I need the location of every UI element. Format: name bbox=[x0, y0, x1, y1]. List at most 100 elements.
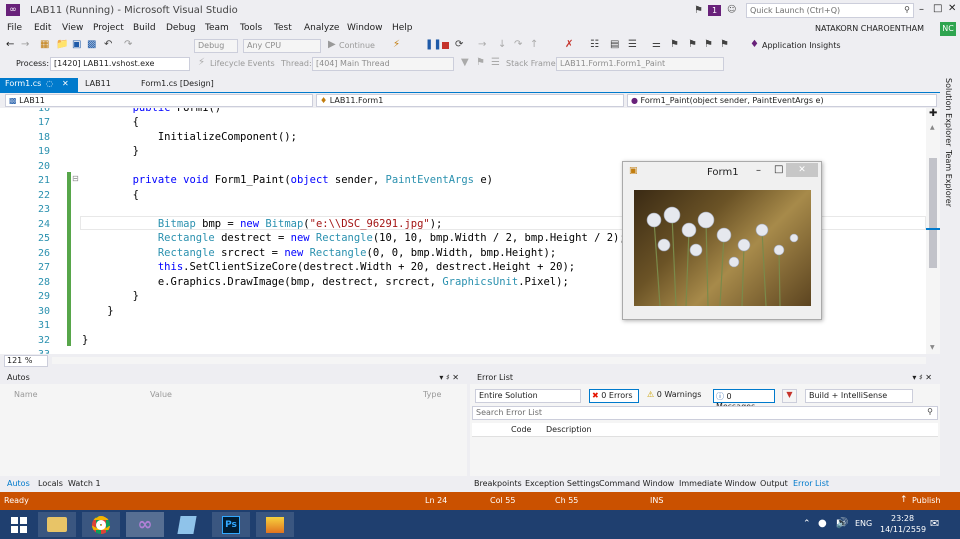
break-all-icon[interactable]: ❚❚ bbox=[425, 39, 442, 51]
forward-icon[interactable]: → bbox=[21, 39, 29, 51]
scope-select[interactable]: Entire Solution bbox=[475, 389, 581, 403]
stop-icon[interactable] bbox=[442, 42, 449, 49]
menu-test[interactable]: Test bbox=[274, 23, 292, 33]
menu-build[interactable]: Build bbox=[133, 23, 156, 33]
tab-autos[interactable]: Autos bbox=[7, 479, 30, 488]
new-project-icon[interactable]: ▦ bbox=[40, 39, 49, 51]
build-source-select[interactable]: Build + IntelliSense bbox=[805, 389, 913, 403]
close-button[interactable]: ✕ bbox=[948, 3, 956, 14]
user-avatar[interactable]: NC bbox=[940, 22, 956, 36]
restart-icon[interactable]: ⟳ bbox=[455, 39, 463, 51]
form-app-icon[interactable] bbox=[256, 512, 294, 537]
member-nav-select[interactable]: ● Form1_Paint(object sender, PaintEventA… bbox=[627, 94, 937, 107]
notification-count[interactable]: 1 bbox=[708, 5, 721, 16]
back-icon[interactable]: ← bbox=[6, 39, 14, 51]
quick-launch-input[interactable]: Quick Launch (Ctrl+Q) ⚲ bbox=[746, 3, 914, 18]
threads-icon[interactable]: ☰ bbox=[491, 57, 500, 69]
thread-select[interactable]: [404] Main Thread bbox=[312, 57, 454, 71]
comment-icon[interactable]: ⚌ bbox=[652, 39, 661, 51]
solution-explorer-tab[interactable]: Solution Explorer bbox=[944, 78, 953, 146]
form1-maximize-button[interactable]: □ bbox=[774, 164, 783, 175]
form1-close-button[interactable]: ✕ bbox=[786, 163, 818, 177]
visual-studio-icon[interactable]: ∞ bbox=[126, 512, 164, 537]
save-icon[interactable]: ▣ bbox=[72, 39, 81, 51]
scroll-up-icon[interactable]: ▲ bbox=[930, 124, 935, 131]
autos-col-value[interactable]: Value bbox=[150, 390, 172, 399]
bookmark-icon[interactable]: ⚑ bbox=[670, 39, 679, 51]
split-icon[interactable]: ✚ bbox=[929, 108, 937, 119]
exceptions-icon[interactable]: ✗ bbox=[565, 39, 573, 51]
form1-titlebar[interactable]: ▣ Form1 – □ ✕ bbox=[623, 162, 821, 182]
menu-file[interactable]: File bbox=[7, 23, 22, 33]
filter-icon[interactable]: ▼ bbox=[461, 57, 469, 69]
menu-project[interactable]: Project bbox=[93, 23, 124, 33]
step-over-icon[interactable]: ↷ bbox=[514, 39, 522, 51]
photoshop-icon[interactable]: Ps bbox=[212, 512, 250, 537]
tab-form1-design[interactable]: Form1.cs [Design] bbox=[136, 78, 219, 92]
step-into-icon[interactable]: ↓ bbox=[498, 39, 506, 51]
app-insights-label[interactable]: Application Insights bbox=[762, 41, 841, 50]
warnings-filter-button[interactable]: ⚠ 0 Warnings bbox=[645, 389, 709, 403]
undo-icon[interactable]: ↶ bbox=[104, 39, 112, 51]
errors-filter-button[interactable]: ✖ 0 Errors bbox=[589, 389, 639, 403]
file-explorer-icon[interactable] bbox=[38, 512, 76, 537]
minimize-button[interactable]: – bbox=[919, 4, 924, 15]
autos-col-name[interactable]: Name bbox=[14, 390, 38, 399]
form1-window[interactable]: ▣ Form1 – □ ✕ bbox=[622, 161, 822, 320]
tab-locals[interactable]: Locals bbox=[38, 479, 63, 488]
tray-chevron-icon[interactable]: ⌃ bbox=[803, 519, 811, 529]
code-map-icon[interactable]: ☷ bbox=[590, 39, 599, 51]
editor-scrollbar[interactable]: ✚ ▲ ▼ bbox=[926, 108, 940, 354]
menu-team[interactable]: Team bbox=[205, 23, 229, 33]
bookmark-clear-icon[interactable]: ⚑ bbox=[720, 39, 729, 51]
col-description[interactable]: Description bbox=[546, 425, 592, 434]
continue-icon[interactable]: ▶ bbox=[328, 39, 336, 51]
scroll-down-icon[interactable]: ▼ bbox=[930, 344, 935, 351]
bookmark-next-icon[interactable]: ⚑ bbox=[704, 39, 713, 51]
horizontal-scrollbar[interactable] bbox=[52, 357, 926, 364]
insights-icon[interactable]: ♦ bbox=[750, 39, 759, 51]
tab-watch1[interactable]: Watch 1 bbox=[68, 479, 101, 488]
tab-lab11[interactable]: LAB11 bbox=[80, 78, 116, 92]
bookmark-prev-icon[interactable]: ⚑ bbox=[688, 39, 697, 51]
collapse-icon[interactable]: ⊟ bbox=[72, 174, 79, 183]
tab-output[interactable]: Output bbox=[760, 479, 788, 488]
tab-breakpoints[interactable]: Breakpoints bbox=[474, 479, 522, 488]
menu-view[interactable]: View bbox=[62, 23, 83, 33]
tray-app-icon[interactable]: ● bbox=[818, 518, 827, 529]
layout-icon[interactable]: ▤ bbox=[610, 39, 619, 51]
stackframe-select[interactable]: LAB11.Form1.Form1_Paint bbox=[556, 57, 724, 71]
menu-window[interactable]: Window bbox=[347, 23, 383, 33]
continue-label[interactable]: Continue bbox=[339, 41, 375, 50]
action-center-icon[interactable]: ✉ bbox=[930, 517, 939, 530]
menu-help[interactable]: Help bbox=[392, 23, 413, 33]
user-name[interactable]: NATAKORN CHAROENTHAM bbox=[815, 24, 924, 33]
panel-menu-icon[interactable]: ▾ ♯ ✕ bbox=[439, 372, 459, 384]
step-out-icon[interactable]: ↑ bbox=[530, 39, 538, 51]
menu-edit[interactable]: Edit bbox=[34, 23, 51, 33]
open-file-icon[interactable]: 📁 bbox=[56, 39, 68, 51]
filter-toggle-icon[interactable]: ▼ bbox=[782, 389, 797, 403]
menu-analyze[interactable]: Analyze bbox=[304, 23, 339, 33]
hot-reload-icon[interactable]: ⚡ bbox=[393, 39, 400, 51]
redo-icon[interactable]: ↷ bbox=[124, 39, 132, 51]
publish-icon[interactable]: ↑ bbox=[900, 495, 908, 505]
col-code[interactable]: Code bbox=[511, 425, 531, 434]
platform-select[interactable]: Any CPU bbox=[243, 39, 321, 53]
tab-form1-cs[interactable]: Form1.cs ◌ ✕ bbox=[0, 78, 78, 92]
chrome-icon[interactable] bbox=[82, 512, 120, 537]
pin-icon[interactable]: ◌ bbox=[46, 79, 53, 88]
menu-tools[interactable]: Tools bbox=[240, 23, 262, 33]
clock-date[interactable]: 14/11/2559 bbox=[880, 525, 926, 534]
autos-col-type[interactable]: Type bbox=[423, 390, 441, 399]
form1-minimize-button[interactable]: – bbox=[756, 165, 761, 176]
save-all-icon[interactable]: ▩ bbox=[87, 39, 96, 51]
start-button[interactable] bbox=[0, 512, 38, 537]
lifecycle-select[interactable]: Lifecycle Events bbox=[210, 59, 275, 68]
tab-exception-settings[interactable]: Exception Settings bbox=[525, 479, 600, 488]
show-next-statement-icon[interactable]: → bbox=[478, 39, 486, 51]
messages-filter-button[interactable]: ⓘ 0 Messages bbox=[713, 389, 775, 411]
scroll-thumb[interactable] bbox=[929, 158, 937, 268]
panel-menu-icon[interactable]: ▾ ♯ ✕ bbox=[912, 372, 932, 384]
close-tab-icon[interactable]: ✕ bbox=[62, 79, 69, 88]
